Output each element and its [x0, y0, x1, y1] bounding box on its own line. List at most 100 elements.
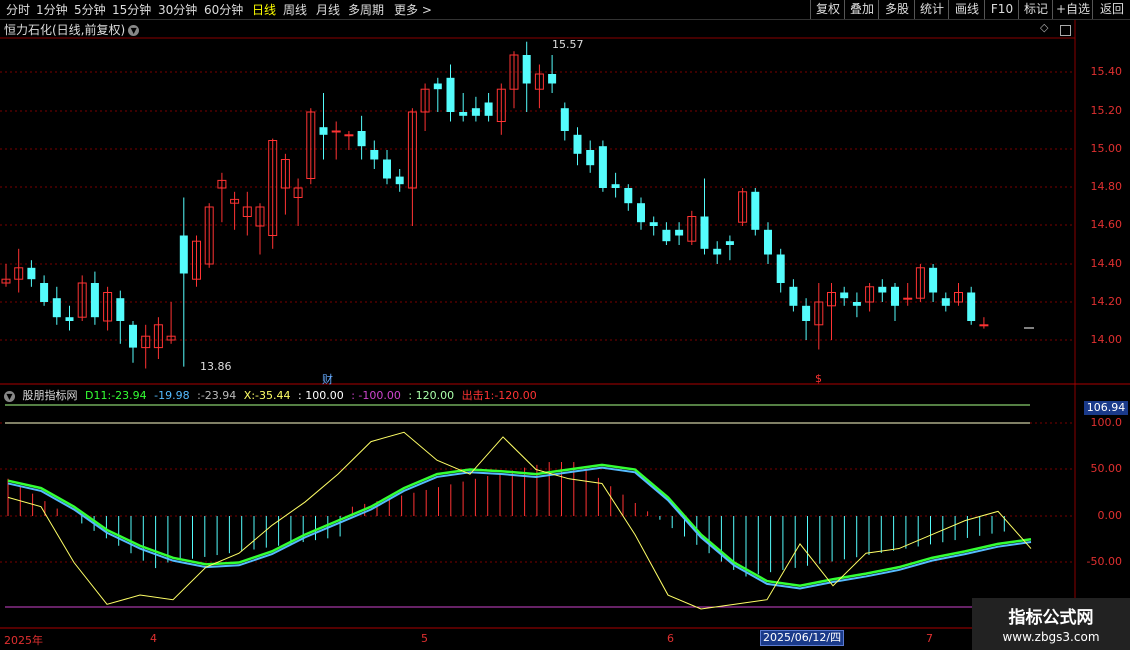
- multi-stock-button[interactable]: 多股: [878, 0, 915, 19]
- candle-body-down: [573, 134, 582, 154]
- dividend-marker[interactable]: $: [815, 372, 822, 385]
- candle-body-down: [852, 302, 861, 306]
- current-value-box: 106.94: [1084, 401, 1128, 415]
- candle-body-down: [90, 283, 99, 318]
- tab-daily[interactable]: 日线: [252, 2, 276, 18]
- d12-line: [7, 466, 1032, 590]
- candle-body-up: [217, 179, 227, 189]
- candle-body-down: [471, 108, 480, 116]
- candle-body-up: [687, 216, 697, 242]
- d11-label: D11:: [85, 389, 112, 402]
- stats-button[interactable]: 统计: [914, 0, 949, 19]
- candle-body-up: [827, 292, 836, 307]
- candle-body-down: [700, 216, 709, 249]
- add-watchlist-button[interactable]: +自选: [1052, 0, 1093, 19]
- date-label-year: 2025年: [4, 634, 43, 647]
- candle-body-down: [560, 108, 569, 131]
- candle-body-down: [764, 229, 772, 255]
- tab-5min[interactable]: 5分钟: [74, 2, 106, 18]
- candle-body-down: [522, 55, 531, 84]
- indicator-axis-label: 100.0: [1090, 416, 1123, 429]
- chevron-down-icon[interactable]: ▼: [128, 25, 140, 36]
- candle-body-up: [954, 292, 963, 303]
- x-value: -35.44: [255, 389, 291, 402]
- fuquan-button[interactable]: 复权: [810, 0, 845, 19]
- price-axis-label: 14.60: [1090, 218, 1123, 231]
- candle-body-down: [725, 241, 734, 245]
- candle-body-up: [738, 191, 748, 223]
- tab-multi-period[interactable]: 多周期: [348, 2, 384, 18]
- candle-body-down: [27, 267, 36, 280]
- candle-body-up: [14, 267, 24, 280]
- candle-body-down: [789, 286, 798, 306]
- price-axis-label: 14.80: [1090, 180, 1123, 193]
- candle-body-up: [306, 111, 316, 179]
- candle-body-up: [192, 240, 201, 280]
- tab-weekly[interactable]: 周线: [283, 2, 307, 18]
- candle-body-up: [534, 73, 544, 90]
- low-price-label: 13.86: [200, 360, 232, 373]
- candle-body-down: [751, 191, 760, 230]
- candle-body-down: [459, 112, 468, 116]
- candle-body-up: [903, 297, 913, 300]
- stock-title: 恒力石化(日线,前复权): [4, 23, 126, 37]
- candle-body-down: [484, 102, 493, 116]
- candle-body-up: [141, 335, 151, 349]
- candle-body-down: [611, 184, 620, 188]
- candle-body-down: [357, 131, 366, 147]
- chart-title[interactable]: 恒力石化(日线,前复权) ▼: [4, 21, 140, 38]
- draw-line-button[interactable]: 画线: [948, 0, 985, 19]
- candle-body-up: [814, 301, 824, 326]
- candle-body-down: [941, 298, 950, 306]
- candle-body-down: [179, 235, 188, 274]
- tab-monthly[interactable]: 月线: [316, 2, 340, 18]
- tab-more[interactable]: 更多 >: [394, 2, 432, 18]
- candle-body-up: [979, 324, 989, 327]
- back-button[interactable]: 返回: [1092, 0, 1130, 19]
- f10-button[interactable]: F10: [984, 0, 1019, 19]
- candle-body-down: [116, 298, 125, 321]
- candle-body-down: [929, 267, 938, 293]
- candle-body-up: [204, 206, 214, 265]
- candle-body-down: [383, 159, 391, 179]
- candle-body-up: [293, 187, 303, 198]
- watermark-logo: 指标公式网 www.zbgs3.com: [972, 598, 1130, 650]
- finance-marker[interactable]: 财: [322, 371, 333, 387]
- diamond-icon[interactable]: ◇: [1040, 21, 1048, 34]
- candle-body-up: [280, 159, 290, 189]
- date-label-jul: 7: [926, 632, 933, 645]
- candle-body-down: [624, 188, 633, 204]
- candle-body-down: [598, 146, 607, 188]
- overlay-button[interactable]: 叠加: [844, 0, 879, 19]
- watermark-title: 指标公式网: [1008, 608, 1094, 628]
- date-label-apr: 4: [150, 632, 157, 645]
- candle-body-down: [586, 150, 595, 166]
- candle-body-down: [129, 324, 137, 348]
- tab-60min[interactable]: 60分钟: [204, 2, 243, 18]
- price-axis-label: 15.00: [1090, 142, 1123, 155]
- candle-body-down: [802, 305, 811, 321]
- candle-body-up: [255, 206, 265, 227]
- tab-15min[interactable]: 15分钟: [112, 2, 151, 18]
- mark-button[interactable]: 标记: [1018, 0, 1053, 19]
- candle-body-up: [103, 292, 113, 322]
- date-label-may: 5: [421, 632, 428, 645]
- candle-body-down: [319, 127, 328, 135]
- candle-body-up: [153, 324, 163, 349]
- candle-body-down: [433, 83, 442, 90]
- price-axis-label: 14.40: [1090, 257, 1123, 270]
- candle-body-down: [395, 176, 404, 185]
- tab-30min[interactable]: 30分钟: [158, 2, 197, 18]
- candle-body-down: [878, 286, 887, 293]
- candle-body-down: [40, 283, 49, 302]
- window-icon[interactable]: [1060, 25, 1071, 36]
- indicator-axis-label: -50.00: [1086, 555, 1122, 568]
- tab-fenshi[interactable]: 分时: [6, 2, 30, 18]
- candle-body-down: [662, 229, 671, 242]
- chevron-down-icon[interactable]: ▼: [4, 390, 15, 402]
- candle-body-down: [548, 74, 557, 84]
- tab-1min[interactable]: 1分钟: [36, 2, 68, 18]
- period-toolbar: 分时 1分钟 5分钟 15分钟 30分钟 60分钟 日线 周线 月线 多周期 更…: [0, 0, 1130, 20]
- candle-body-up: [915, 267, 925, 299]
- indicator-name[interactable]: 股朋指标网: [23, 389, 78, 402]
